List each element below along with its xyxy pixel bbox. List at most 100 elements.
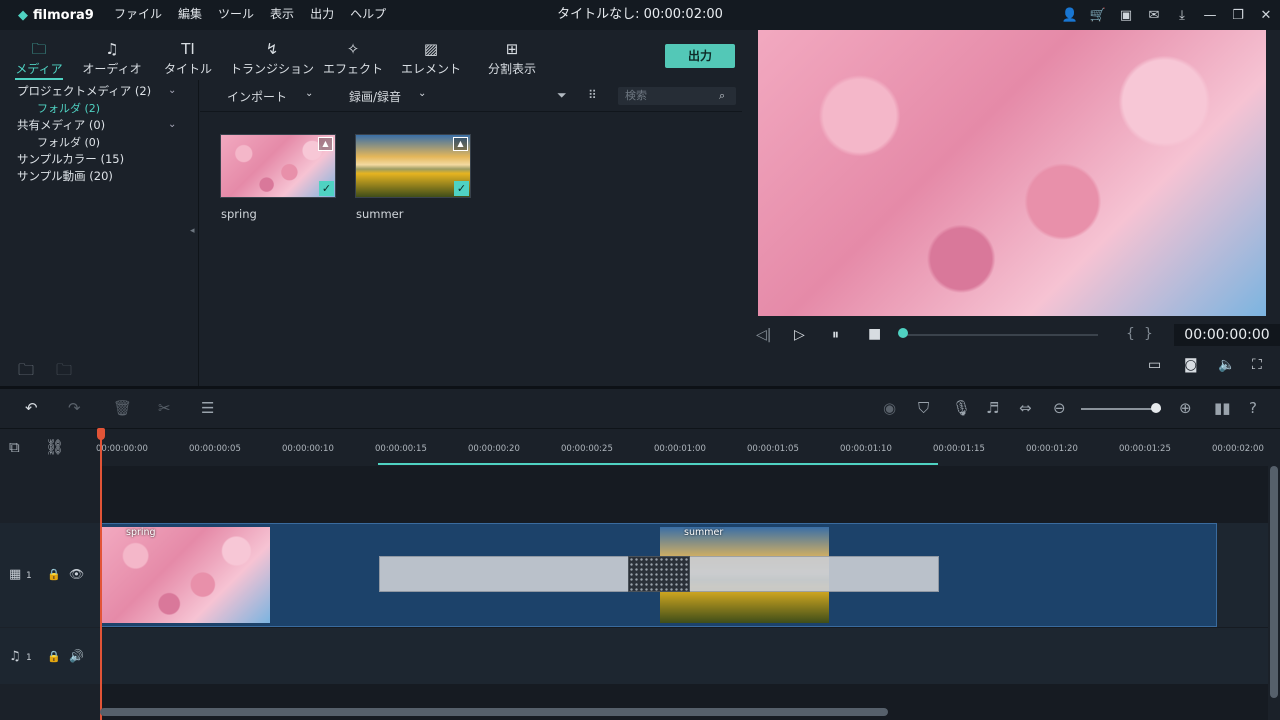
help-icon[interactable]: ?	[1249, 399, 1257, 417]
image-type-icon: ▲	[318, 137, 333, 151]
save-icon[interactable]: ▣	[1112, 8, 1140, 23]
grid-view-icon[interactable]: ⠿	[588, 88, 597, 102]
play-icon[interactable]: ▷	[794, 327, 805, 343]
delete-icon[interactable]: 🗑	[113, 399, 132, 417]
account-icon[interactable]: 👤	[1056, 8, 1084, 23]
mark-out-icon[interactable]: }	[1144, 326, 1153, 342]
volume-icon[interactable]: 🔈	[1218, 357, 1235, 373]
zoom-in-icon[interactable]: ⊕	[1179, 399, 1192, 417]
menu-view[interactable]: 表示	[262, 0, 302, 28]
zoom-slider[interactable]	[1081, 408, 1161, 410]
speaker-icon[interactable]: 🔊	[69, 649, 84, 663]
music-note-icon: ♫	[9, 649, 21, 664]
redo-icon[interactable]: ↷	[68, 399, 81, 417]
zoom-out-icon[interactable]: ⊖	[1053, 399, 1066, 417]
stop-icon[interactable]: ■	[868, 326, 881, 342]
tab-element[interactable]: ▨ エレメント	[392, 30, 470, 80]
mail-icon[interactable]: ✉	[1140, 8, 1168, 23]
tab-effect[interactable]: ✧ エフェクト	[314, 30, 392, 80]
timeline-toolbar: ↶ ↷ 🗑 ✂ ☰ ◉ ⛉ 🎙 ♬ ⇔ ⊖ ⊕ ▮▮ ?	[0, 389, 1280, 429]
download-icon[interactable]: ⤓	[1168, 8, 1196, 23]
menu-edit[interactable]: 編集	[170, 0, 210, 28]
timeline-tracks: spring summer	[100, 466, 1268, 720]
tab-split-screen[interactable]: ⊞ 分割表示	[470, 30, 554, 80]
chevron-down-icon[interactable]: ⌄	[168, 85, 176, 96]
layout-icon[interactable]: ▮▮	[1214, 399, 1231, 417]
sidebar-item-folder-shared[interactable]: フォルダ (0)	[37, 134, 100, 150]
playhead-handle[interactable]	[97, 428, 105, 440]
menu-file[interactable]: ファイル	[106, 0, 170, 28]
tab-transition[interactable]: ↯ トランジション	[230, 30, 314, 80]
check-icon: ✓	[319, 181, 334, 196]
image-type-icon: ▲	[453, 137, 468, 151]
lock-icon[interactable]: 🔒	[47, 650, 61, 663]
tab-title[interactable]: TI タイトル	[146, 30, 230, 80]
media-thumbnail-summer[interactable]: ▲ ✓	[355, 134, 471, 198]
menu-export[interactable]: 出力	[302, 0, 342, 28]
cut-icon[interactable]: ✂	[158, 399, 171, 417]
mark-in-icon[interactable]: {	[1126, 326, 1135, 342]
microphone-icon[interactable]: 🎙	[952, 399, 971, 417]
video-track-header: ▦ 1 🔒 👁	[0, 523, 100, 627]
vertical-scrollbar[interactable]	[1270, 466, 1278, 698]
record-dropdown[interactable]: 録画/録音	[349, 88, 401, 105]
audio-mixer-icon[interactable]: ♬	[986, 399, 999, 417]
search-icon[interactable]: ⌕	[719, 89, 725, 103]
fit-timeline-icon[interactable]: ⇔	[1019, 399, 1032, 417]
sidebar-item-folder-project[interactable]: フォルダ (2)	[37, 100, 100, 116]
new-folder-icon[interactable]: 🗀	[18, 359, 34, 386]
playhead[interactable]	[100, 428, 102, 720]
preview-timecode: 00:00:00:00	[1174, 324, 1280, 346]
transition-handle[interactable]	[628, 556, 690, 592]
sidebar-item-project-media[interactable]: プロジェクトメディア (2)	[17, 83, 151, 99]
unlink-icon[interactable]: ⛓	[45, 438, 64, 456]
sidebar-item-sample-videos[interactable]: サンプル動画 (20)	[17, 168, 113, 184]
delete-folder-icon[interactable]: 🗀	[56, 359, 72, 386]
sidebar-item-shared-media[interactable]: 共有メディア (0)	[17, 117, 105, 133]
pause-icon[interactable]: ⏸	[832, 327, 839, 343]
step-back-icon[interactable]: ◁|	[756, 327, 771, 343]
media-sidebar: プロジェクトメディア (2) ⌄ フォルダ (2) 共有メディア (0) ⌄ フ…	[0, 80, 199, 386]
import-dropdown[interactable]: インポート	[227, 88, 287, 105]
library-tabs: 🗀 メディア ♫ オーディオ TI タイトル ↯ トランジション ✧ エフェクト ▨ エレメ…	[0, 30, 560, 80]
sidebar-item-sample-colors[interactable]: サンプルカラー (15)	[17, 151, 124, 167]
close-icon[interactable]: ✕	[1252, 8, 1280, 23]
horizontal-scrollbar[interactable]	[100, 708, 888, 716]
fullscreen-icon[interactable]: ⛶	[1252, 357, 1262, 373]
undo-icon[interactable]: ↶	[25, 399, 38, 417]
check-icon: ✓	[454, 181, 469, 196]
timeline-ruler[interactable]: 00:00:00:00 00:00:00:05 00:00:00:10 00:0…	[96, 430, 1270, 466]
render-icon[interactable]: ◉	[883, 399, 896, 417]
display-settings-icon[interactable]: ▭	[1148, 357, 1161, 373]
filter-icon[interactable]: ⏷	[557, 88, 567, 103]
tab-audio[interactable]: ♫ オーディオ	[78, 30, 146, 80]
restore-icon[interactable]: ❐	[1224, 8, 1252, 23]
menu-tools[interactable]: ツール	[210, 0, 262, 28]
tab-media[interactable]: 🗀 メディア	[0, 30, 78, 80]
lock-icon[interactable]: 🔒	[47, 568, 61, 581]
video-track-number: 1	[26, 571, 32, 581]
ruler-tick: 00:00:01:15	[933, 444, 985, 454]
menu-help[interactable]: ヘルプ	[342, 0, 394, 28]
add-track-icon[interactable]: ⧉	[9, 438, 20, 456]
marker-icon[interactable]: ⛉	[918, 399, 929, 417]
clip-label: summer	[684, 527, 724, 538]
adjust-icon[interactable]: ☰	[201, 399, 214, 417]
clip-spring[interactable]: spring	[102, 527, 270, 623]
snapshot-icon[interactable]: ◙	[1184, 357, 1198, 373]
export-button[interactable]: 出力	[665, 44, 735, 68]
chevron-down-icon[interactable]: ⌄	[418, 88, 426, 99]
collapse-icon[interactable]: ◂	[190, 226, 195, 236]
playback-handle[interactable]	[898, 328, 908, 338]
playback-slider[interactable]	[902, 334, 1098, 336]
audio-track-header: ♫ 1 🔒 🔊	[0, 628, 100, 684]
chevron-down-icon[interactable]: ⌄	[168, 119, 176, 130]
chevron-down-icon[interactable]: ⌄	[305, 88, 313, 99]
ruler-tick: 00:00:01:25	[1119, 444, 1171, 454]
media-thumbnail-spring[interactable]: ▲ ✓	[220, 134, 336, 198]
cart-icon[interactable]: 🛒	[1084, 8, 1112, 23]
ruler-tick: 00:00:00:10	[282, 444, 334, 454]
minimize-icon[interactable]: —	[1196, 8, 1224, 23]
eye-icon[interactable]: 👁	[69, 567, 84, 581]
zoom-handle[interactable]	[1151, 403, 1161, 413]
